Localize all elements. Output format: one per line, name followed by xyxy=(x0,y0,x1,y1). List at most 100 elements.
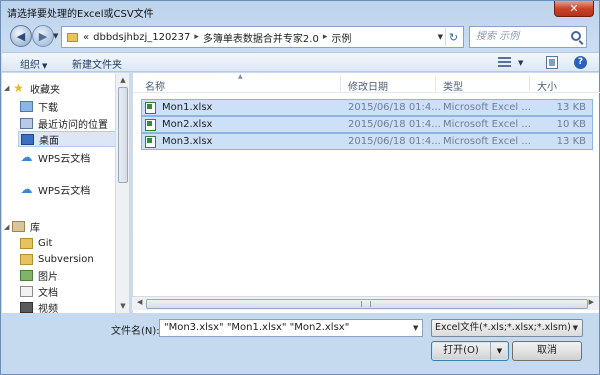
folder-icon xyxy=(20,253,33,265)
excel-file-icon xyxy=(145,119,156,131)
address-bar[interactable]: « dbbdsjhbzj_120237 ▸ 多簿单表数据合并专家2.0 ▸ 示例… xyxy=(61,26,464,48)
organize-menu-button[interactable]: 组织 ▼ xyxy=(20,56,47,71)
open-options-dropdown-icon[interactable]: ▼ xyxy=(490,342,508,360)
videos-icon xyxy=(20,301,33,313)
breadcrumb-item[interactable]: 示例 xyxy=(331,30,351,45)
address-dropdown-icon[interactable]: ▼ xyxy=(438,33,443,41)
breadcrumb-overflow[interactable]: « xyxy=(83,32,89,43)
nav-item-label: WPS云文档 xyxy=(38,153,91,165)
library-icon xyxy=(12,220,25,232)
file-open-dialog: 请选择要处理的Excel或CSV文件 ✕ ◀ ▶ ▼ « dbbdsjhbzj_… xyxy=(0,0,600,375)
column-header-modified[interactable]: 修改日期 xyxy=(348,78,388,93)
forward-button[interactable]: ▶ xyxy=(32,25,54,47)
nav-item-documents[interactable]: 文档 xyxy=(20,283,129,299)
nav-item-favorites[interactable]: ★ 收藏夹 xyxy=(12,80,125,96)
file-row[interactable]: Mon1.xlsx 2015/06/18 01:4... Microsoft E… xyxy=(141,99,593,116)
new-folder-button[interactable]: 新建文件夹 xyxy=(72,56,122,71)
nav-item-label: 下载 xyxy=(38,102,58,114)
open-button-label: 打开(O) xyxy=(443,345,479,356)
navigation-pane: ◢ ★ 收藏夹 下载 最近访问的位置 桌面 ☁ WPS云文档 ☁ WPS云文档 … xyxy=(2,73,129,313)
column-divider[interactable] xyxy=(435,75,436,91)
nav-item-wps-cloud[interactable]: ☁ WPS云文档 xyxy=(20,181,129,197)
back-arrow-icon: ◀ xyxy=(16,29,26,43)
nav-item-wps-cloud-favorite[interactable]: ☁ WPS云文档 xyxy=(20,149,129,165)
filename-history-dropdown-icon[interactable]: ▼ xyxy=(413,324,418,332)
scroll-up-icon[interactable]: ▲ xyxy=(118,75,128,85)
nav-item-label: 文档 xyxy=(38,287,58,299)
column-header-size[interactable]: 大小 xyxy=(537,78,557,93)
nav-item-recent-places[interactable]: 最近访问的位置 xyxy=(20,115,129,131)
cloud-icon: ☁ xyxy=(20,149,33,164)
nav-item-videos[interactable]: 视频 xyxy=(20,299,129,313)
recent-places-icon xyxy=(20,117,33,129)
nav-item-label: WPS云文档 xyxy=(38,185,91,197)
refresh-icon[interactable]: ↻ xyxy=(445,28,461,46)
scroll-down-icon[interactable]: ▼ xyxy=(118,301,128,311)
nav-item-libraries[interactable]: 库 xyxy=(12,218,125,234)
nav-item-downloads[interactable]: 下载 xyxy=(20,98,129,114)
breadcrumb-separator-icon[interactable]: ▸ xyxy=(323,32,328,42)
file-name: Mon2.xlsx xyxy=(162,119,213,130)
nav-pane-scrollbar[interactable]: ▲ ▼ xyxy=(115,73,129,313)
star-icon: ★ xyxy=(13,80,24,95)
folder-icon xyxy=(67,32,78,42)
breadcrumb-separator-icon[interactable]: ▸ xyxy=(194,32,199,42)
column-header-type[interactable]: 类型 xyxy=(443,78,463,93)
collapse-icon[interactable]: ◢ xyxy=(4,84,9,92)
search-input[interactable]: 搜索 示例 xyxy=(469,26,587,48)
excel-file-icon xyxy=(145,102,156,114)
file-modified: 2015/06/18 01:4... xyxy=(348,119,441,130)
close-button[interactable]: ✕ xyxy=(554,1,594,17)
preview-pane-icon[interactable] xyxy=(546,56,558,69)
scroll-thumb[interactable] xyxy=(146,299,588,309)
search-icon[interactable] xyxy=(571,31,581,41)
breadcrumb-item[interactable]: dbbdsjhbzj_120237 xyxy=(93,32,190,43)
nav-item-desktop[interactable]: 桌面 xyxy=(18,131,116,147)
file-size: 13 KB xyxy=(556,136,586,147)
help-icon[interactable]: ? xyxy=(574,56,587,69)
view-dropdown-icon[interactable]: ▼ xyxy=(516,57,523,68)
forward-arrow-icon: ▶ xyxy=(38,29,48,43)
scroll-left-icon[interactable]: ◀ xyxy=(137,298,142,306)
nav-item-git[interactable]: Git xyxy=(20,235,129,251)
file-type-select[interactable]: Excel文件(*.xls;*.xlsx;*.xlsm) ▼ xyxy=(431,319,583,337)
file-list-horizontal-scrollbar[interactable]: ◀ ▶ xyxy=(132,296,599,310)
nav-item-label: 收藏夹 xyxy=(30,84,60,96)
nav-item-label: 库 xyxy=(30,222,40,234)
excel-file-icon xyxy=(145,136,156,148)
view-options-icon[interactable] xyxy=(498,57,511,68)
nav-item-pictures[interactable]: 图片 xyxy=(20,267,129,283)
column-header-row: ▲ 名称 修改日期 类型 大小 xyxy=(133,73,600,93)
recent-pages-dropdown-icon[interactable]: ▼ xyxy=(53,32,58,40)
documents-icon xyxy=(20,285,33,297)
file-modified: 2015/06/18 01:4... xyxy=(348,136,441,147)
nav-item-label: Git xyxy=(38,237,53,249)
organize-label: 组织 xyxy=(20,60,40,71)
column-header-name[interactable]: 名称 xyxy=(145,78,165,93)
scroll-right-icon[interactable]: ▶ xyxy=(589,298,594,306)
filename-label: 文件名(N): xyxy=(111,326,160,337)
column-divider[interactable] xyxy=(340,75,341,91)
nav-item-subversion[interactable]: Subversion xyxy=(20,251,129,267)
cancel-button[interactable]: 取消 xyxy=(512,341,582,361)
file-size: 13 KB xyxy=(556,102,586,113)
folder-icon xyxy=(20,237,33,249)
file-row[interactable]: Mon3.xlsx 2015/06/18 01:4... Microsoft E… xyxy=(141,133,593,150)
nav-item-label: 视频 xyxy=(38,303,58,314)
file-row[interactable]: Mon2.xlsx 2015/06/18 01:4... Microsoft E… xyxy=(141,116,593,133)
breadcrumb-item[interactable]: 多簿单表数据合并专家2.0 xyxy=(203,30,319,45)
file-modified: 2015/06/18 01:4... xyxy=(348,102,441,113)
search-placeholder: 搜索 示例 xyxy=(476,31,520,42)
open-button[interactable]: 打开(O) ▼ xyxy=(431,341,509,361)
pictures-icon xyxy=(20,269,33,281)
desktop-icon xyxy=(21,133,34,145)
file-type: Microsoft Excel ... xyxy=(443,102,531,113)
collapse-icon[interactable]: ◢ xyxy=(4,223,9,231)
file-name: Mon3.xlsx xyxy=(162,136,213,147)
file-type: Microsoft Excel ... xyxy=(443,136,531,147)
column-divider[interactable] xyxy=(529,75,530,91)
scroll-thumb[interactable] xyxy=(118,87,128,183)
filename-field[interactable]: "Mon3.xlsx" "Mon1.xlsx" "Mon2.xlsx" xyxy=(159,319,423,337)
back-button[interactable]: ◀ xyxy=(10,25,32,47)
title-bar: 请选择要处理的Excel或CSV文件 ✕ xyxy=(1,1,600,20)
